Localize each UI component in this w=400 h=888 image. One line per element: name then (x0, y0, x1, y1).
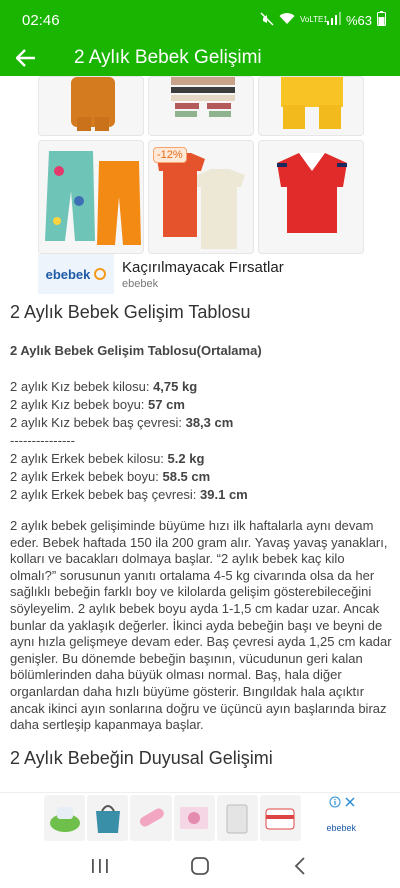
battery-icon (377, 11, 386, 29)
product-tile[interactable] (258, 76, 364, 136)
status-bar: 02:46 VoLTE1 %63 (0, 0, 400, 40)
banner-product[interactable] (216, 795, 258, 841)
banner-product[interactable] (87, 795, 129, 841)
discount-badge: -12% (153, 147, 187, 163)
page-title: 2 Aylık Bebek Gelişimi (74, 47, 262, 68)
article-content[interactable]: -12% ebebek Kaçırılmayacak Fırsatlar ebe… (0, 76, 400, 792)
stat-row: 2 aylık Erkek bebek baş çevresi: 39.1 cm (10, 486, 392, 504)
product-tile[interactable]: -12% (148, 140, 254, 254)
info-icon[interactable] (329, 795, 341, 813)
product-tile[interactable] (148, 76, 254, 136)
back-arrow-icon[interactable] (0, 40, 52, 76)
ebebek-logo: ebebek (38, 254, 114, 294)
section-heading: 2 Aylık Bebeğin Duyusal Gelişimi (10, 747, 273, 768)
stat-label: 2 aylık Kız bebek boyu: (10, 397, 149, 412)
banner-brand: ebebek (326, 823, 356, 833)
growth-stats: 2 aylık Kız bebek kilosu: 4,75 kg 2 aylı… (10, 378, 392, 504)
banner-product[interactable] (259, 795, 302, 841)
stat-value: 38,3 cm (185, 415, 234, 430)
stat-label: 2 aylık Kız bebek baş çevresi: (10, 415, 186, 430)
stat-value: 39.1 cm (200, 487, 248, 502)
stat-value: 57 cm (148, 397, 185, 412)
product-tile[interactable] (38, 140, 144, 254)
home-icon[interactable] (180, 846, 220, 886)
banner-product[interactable] (130, 795, 172, 841)
battery-percent: %63 (345, 12, 372, 28)
signal-icon (326, 12, 341, 28)
stat-row: 2 aylık Kız bebek boyu: 57 cm (10, 396, 392, 414)
separator: --------------- (10, 433, 75, 448)
article-heading: 2 Aylık Bebek Gelişim Tablosu (10, 302, 251, 322)
close-icon[interactable] (344, 795, 356, 813)
stat-value: 58.5 cm (162, 469, 211, 484)
banner-product[interactable] (44, 795, 86, 841)
status-icons: VoLTE1 %63 (260, 11, 386, 29)
ad-source: ebebek (122, 277, 159, 290)
system-nav-bar (0, 844, 400, 888)
stat-label: 2 aylık Erkek bebek boyu: (10, 469, 163, 484)
product-tile[interactable] (258, 140, 364, 254)
ad-brand-row[interactable]: ebebek Kaçırılmayacak Fırsatlar ebebek (38, 254, 364, 294)
stat-row: 2 aylık Kız bebek baş çevresi: 38,3 cm (10, 414, 392, 432)
mute-icon (260, 11, 274, 29)
recents-icon[interactable] (80, 846, 120, 886)
status-time: 02:46 (22, 11, 60, 29)
bottom-ad-banner[interactable]: ebebek (0, 792, 400, 844)
ad-headline[interactable]: Kaçırılmayacak Fırsatlar (122, 259, 284, 276)
stat-value: 5.2 kg (167, 451, 205, 466)
banner-product[interactable] (173, 795, 215, 841)
stat-row: 2 aylık Erkek bebek kilosu: 5.2 kg (10, 450, 392, 468)
article-paragraph: 2 aylık bebek gelişiminde büyüme hızı il… (10, 518, 392, 733)
brand-logo-text: ebebek (45, 266, 91, 282)
product-ad[interactable]: -12% ebebek Kaçırılmayacak Fırsatlar ebe… (38, 76, 364, 296)
stat-row: 2 aylık Erkek bebek boyu: 58.5 cm (10, 468, 392, 486)
stat-value: 4,75 kg (153, 379, 198, 394)
back-icon[interactable] (280, 846, 320, 886)
article-body: 2 Aylık Bebek Gelişim Tablosu 2 Aylık Be… (10, 302, 392, 769)
article-subheading: 2 Aylık Bebek Gelişim Tablosu(Ortalama) (10, 343, 262, 358)
stat-label: 2 aylık Erkek bebek baş çevresi: (10, 487, 201, 502)
product-tile[interactable] (38, 76, 144, 136)
stat-label: 2 aylık Erkek bebek kilosu: (10, 451, 168, 466)
app-bar: 2 Aylık Bebek Gelişimi (0, 40, 400, 76)
stat-label: 2 aylık Kız bebek kilosu: (10, 379, 154, 394)
stat-row: 2 aylık Kız bebek kilosu: 4,75 kg (10, 378, 392, 396)
network-label: VoLTE1 (299, 15, 328, 24)
wifi-icon (279, 12, 295, 28)
